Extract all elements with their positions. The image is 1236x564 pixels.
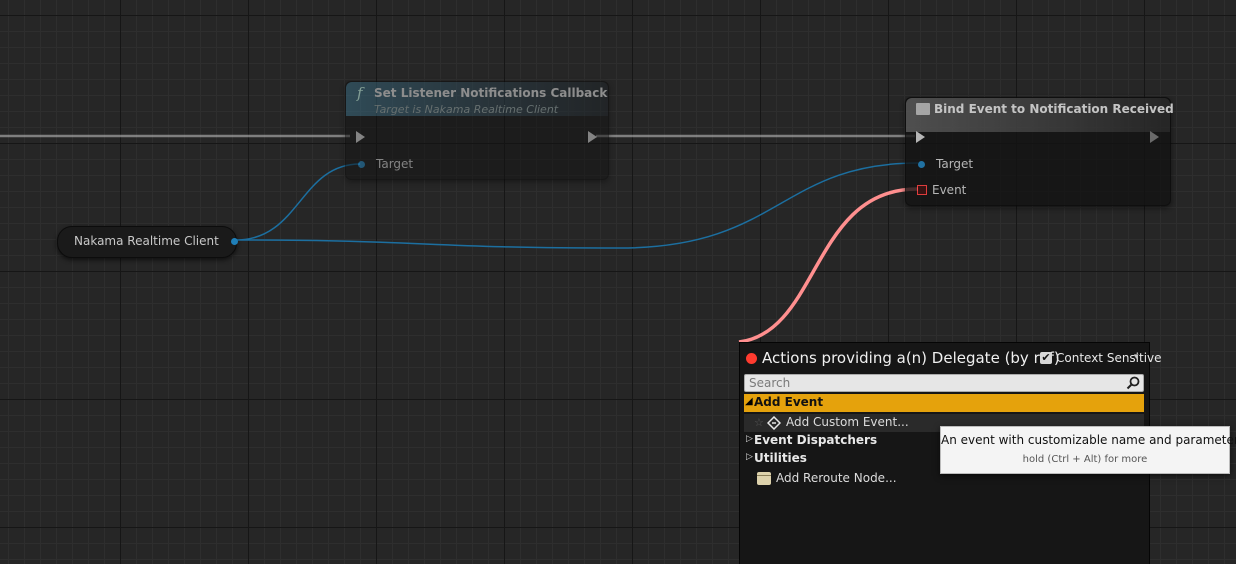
menu-item-label: Add Custom Event... (786, 415, 909, 429)
context-sensitive-checkbox[interactable]: ✔ (1040, 352, 1052, 364)
action-menu-header: Actions providing a(n) Delegate (by ref)… (740, 349, 1162, 369)
object-wire-to-set-listener (235, 163, 361, 241)
delegate-wire (738, 187, 919, 344)
tooltip: An event with customizable name and para… (940, 426, 1236, 474)
tooltip-hint: hold (Ctrl + Alt) for more (1022, 454, 1148, 465)
search-icon (1126, 376, 1140, 390)
node-header: Bind Event to Notification Received (906, 98, 1174, 132)
var-output-pin[interactable] (231, 238, 238, 245)
node-header: f Set Listener Notifications Callback Ta… (346, 82, 608, 116)
node-subtitle: Target is Nakama Realtime Client (374, 103, 559, 116)
target-input-pin[interactable] (358, 161, 365, 168)
custom-event-icon (767, 416, 781, 430)
event-dispatcher-icon (916, 103, 930, 115)
exec-output-pin[interactable] (1150, 131, 1159, 143)
category-label: Event Dispatchers (754, 433, 878, 447)
favorite-star-icon[interactable]: ☆ (754, 416, 764, 429)
var-node-label: Nakama Realtime Client (74, 234, 219, 248)
node-title: Set Listener Notifications Callback (374, 86, 608, 100)
delegate-pin-type-icon (746, 353, 757, 364)
category-label: Utilities (754, 451, 807, 465)
action-menu-title: Actions providing a(n) Delegate (by ref) (762, 349, 1060, 367)
target-pin-label: Target (936, 157, 974, 171)
event-delegate-pin[interactable] (917, 185, 927, 195)
function-icon: f (357, 84, 363, 102)
category-add-event[interactable]: ◢ Add Event (744, 394, 1144, 412)
node-title: Bind Event to Notification Received (934, 102, 1174, 116)
collapsed-triangle-icon: ▷ (746, 434, 753, 444)
exec-output-pin[interactable] (588, 131, 597, 143)
bind-event-to-notification-received-node[interactable]: Bind Event to Notification Received Targ… (905, 97, 1174, 206)
collapsed-triangle-icon: ▷ (746, 452, 753, 462)
chevron-down-icon[interactable]: ▾ (1134, 352, 1139, 362)
search-input[interactable] (745, 375, 1133, 391)
target-pin-label: Target (376, 157, 414, 171)
menu-item-label: Add Reroute Node... (776, 471, 897, 485)
target-input-pin[interactable] (918, 161, 925, 168)
context-sensitive-label[interactable]: Context Sensitive (1056, 351, 1162, 365)
search-box[interactable] (744, 374, 1144, 392)
reroute-node-icon (757, 472, 771, 485)
exec-input-pin[interactable] (916, 131, 925, 143)
expanded-triangle-icon: ◢ (745, 396, 753, 407)
exec-input-pin[interactable] (356, 131, 365, 143)
category-label: Add Event (754, 395, 824, 409)
tooltip-text: An event with customizable name and para… (941, 433, 1236, 447)
set-listener-notifications-callback-node[interactable]: f Set Listener Notifications Callback Ta… (345, 81, 609, 180)
event-pin-label: Event (932, 183, 967, 197)
nakama-realtime-client-node[interactable]: Nakama Realtime Client (57, 226, 238, 258)
